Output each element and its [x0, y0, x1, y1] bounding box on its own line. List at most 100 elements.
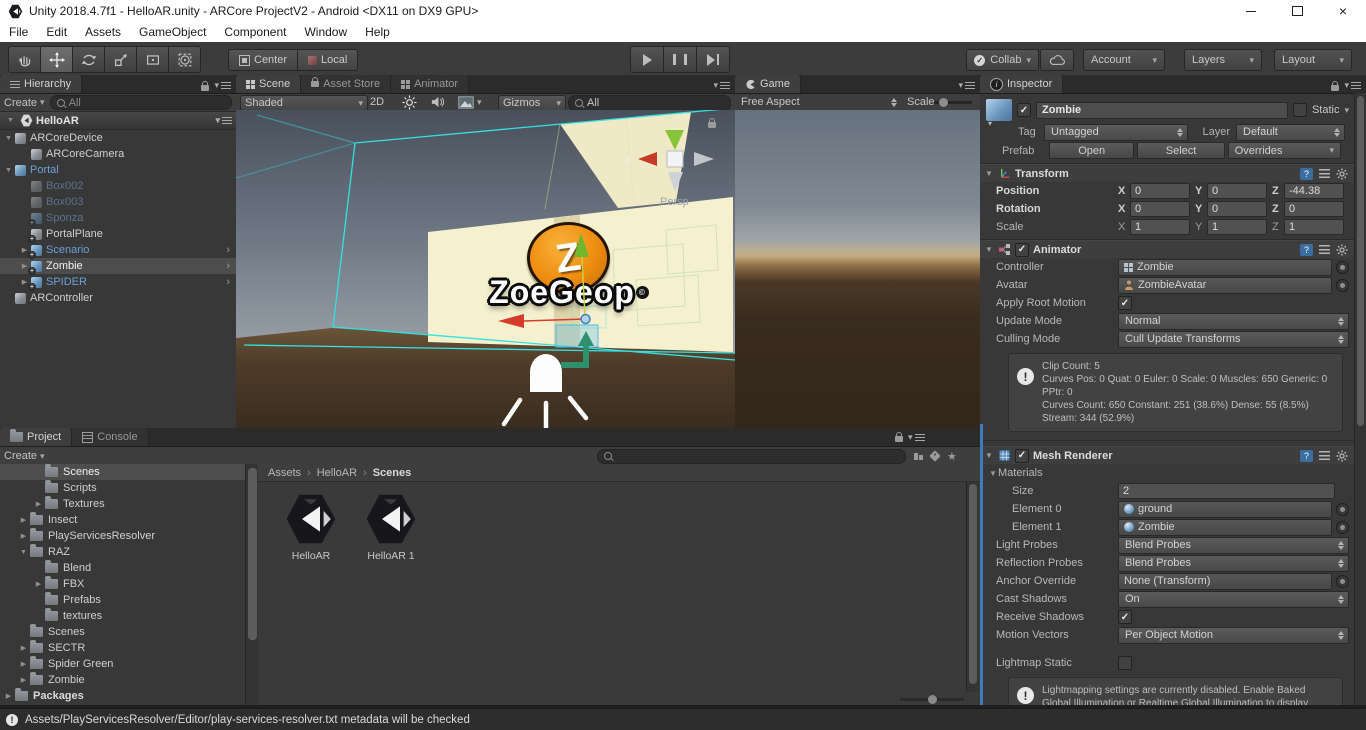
- prefab-overrides-dropdown[interactable]: Overrides ▾: [1227, 142, 1341, 159]
- scene-viewport[interactable]: y x Z ZoeGeop © Persp: [236, 110, 735, 428]
- position-z-field[interactable]: -44.38: [1284, 183, 1344, 199]
- object-picker-icon[interactable]: [1336, 520, 1349, 534]
- hierarchy-item-box003[interactable]: Box003: [0, 194, 236, 210]
- gizmos-dropdown[interactable]: Gizmos ▾: [498, 95, 566, 111]
- project-item-packages[interactable]: ▶ Packages: [0, 688, 245, 704]
- menu-window[interactable]: Window: [295, 25, 356, 39]
- file-helloar-1[interactable]: HelloAR 1: [360, 492, 422, 562]
- position-y-field[interactable]: 0: [1207, 183, 1267, 199]
- 2d-toggle-button[interactable]: 2D: [370, 95, 384, 109]
- foldout-icon[interactable]: ▼: [984, 245, 994, 254]
- static-checkbox[interactable]: [1292, 103, 1307, 117]
- pause-button[interactable]: [664, 46, 697, 73]
- presets-icon[interactable]: [1319, 451, 1330, 460]
- anchor-override-field[interactable]: None (Transform): [1118, 572, 1332, 590]
- lightmap-static-checkbox[interactable]: [1118, 656, 1132, 670]
- play-button[interactable]: [630, 46, 664, 73]
- foldout-icon[interactable]: ▶: [17, 532, 30, 540]
- scale-x-field[interactable]: 1: [1130, 219, 1190, 235]
- hierarchy-item-arcorecamera[interactable]: ARCoreCamera: [0, 146, 236, 162]
- foldout-icon[interactable]: ▶: [17, 644, 30, 652]
- effects-toggle-button[interactable]: ▾: [458, 95, 482, 109]
- rect-tool-button[interactable]: [137, 46, 169, 73]
- pivot-local-button[interactable]: Local: [298, 49, 359, 71]
- hierarchy-search-input[interactable]: All: [49, 95, 232, 110]
- tab-console[interactable]: Console: [72, 428, 149, 446]
- panel-menu-icon[interactable]: ▾: [958, 80, 975, 91]
- tab-inspector[interactable]: i Inspector: [980, 75, 1064, 93]
- controller-object-field[interactable]: Zombie: [1118, 258, 1332, 276]
- apply-root-motion-checkbox[interactable]: [1118, 296, 1132, 310]
- tab-scene[interactable]: Scene: [236, 75, 302, 93]
- lock-icon[interactable]: [895, 432, 903, 442]
- breadcrumb-assets[interactable]: Assets: [268, 467, 301, 479]
- breadcrumb-scenes[interactable]: Scenes: [373, 467, 412, 479]
- hierarchy-item-arcoredevice[interactable]: ▼ ARCoreDevice: [0, 130, 236, 146]
- favorites-icon[interactable]: ★: [947, 450, 957, 463]
- project-item-sectr[interactable]: ▶ SECTR: [0, 640, 245, 656]
- inspector-scrollbar[interactable]: [1354, 93, 1366, 705]
- game-scale-slider[interactable]: [934, 98, 972, 107]
- children-indicator-icon[interactable]: ›: [226, 260, 230, 272]
- hierarchy-item-portalplane[interactable]: PortalPlane: [0, 226, 236, 243]
- icon-size-slider[interactable]: [900, 695, 964, 704]
- transform-tool-button[interactable]: [169, 46, 201, 73]
- lock-icon[interactable]: [1331, 80, 1340, 91]
- gameobject-icon[interactable]: ▾: [986, 99, 1012, 128]
- project-item-zombie[interactable]: ▶ Zombie: [0, 672, 245, 688]
- gear-icon[interactable]: [1336, 450, 1348, 462]
- layers-dropdown[interactable]: Layers ▾: [1184, 49, 1262, 71]
- component-enabled-checkbox[interactable]: [1015, 448, 1029, 463]
- step-button[interactable]: [697, 46, 730, 73]
- culling-mode-dropdown[interactable]: Cull Update Transforms: [1118, 330, 1349, 348]
- children-indicator-icon[interactable]: ›: [226, 244, 230, 256]
- prefab-open-button[interactable]: Open: [1049, 142, 1135, 159]
- project-create-button[interactable]: Create ▾: [4, 450, 45, 462]
- audio-toggle-button[interactable]: [430, 95, 445, 109]
- object-picker-icon[interactable]: [1336, 278, 1349, 292]
- hand-tool-button[interactable]: [8, 46, 41, 73]
- position-x-field[interactable]: 0: [1130, 183, 1190, 199]
- hierarchy-create-button[interactable]: Create ▾: [4, 97, 45, 109]
- foldout-icon[interactable]: ▶: [17, 676, 30, 684]
- cloud-button[interactable]: [1040, 49, 1074, 71]
- scrollbar-thumb[interactable]: [969, 484, 977, 684]
- foldout-icon[interactable]: ▼: [984, 451, 994, 460]
- gizmo-x-arrow[interactable]: [498, 314, 524, 328]
- hierarchy-item-portal[interactable]: ▼ Portal: [0, 162, 236, 178]
- panel-menu-icon[interactable]: ▾: [713, 80, 730, 91]
- gameobject-name-field[interactable]: Zombie: [1036, 101, 1288, 119]
- hierarchy-item-sponza[interactable]: Sponza: [0, 210, 236, 227]
- aspect-ratio-dropdown[interactable]: Free Aspect: [741, 95, 899, 109]
- static-dropdown-icon[interactable]: ▾: [1344, 105, 1349, 116]
- gear-icon[interactable]: [1336, 244, 1348, 256]
- move-tool-button[interactable]: [41, 46, 73, 73]
- tab-game[interactable]: Game: [735, 75, 801, 93]
- tab-project[interactable]: Project: [0, 428, 73, 446]
- scale-y-field[interactable]: 1: [1207, 219, 1267, 235]
- scrollbar-thumb[interactable]: [248, 468, 257, 640]
- search-by-type-icon[interactable]: [914, 452, 923, 460]
- materials-size-field[interactable]: 2: [1118, 483, 1335, 499]
- help-icon[interactable]: ?: [1300, 167, 1313, 180]
- scene-menu-icon[interactable]: ▾: [215, 115, 232, 126]
- project-item-textures[interactable]: ▶ Textures: [0, 496, 245, 512]
- children-indicator-icon[interactable]: ›: [226, 276, 230, 288]
- component-enabled-checkbox[interactable]: [1015, 242, 1029, 257]
- tag-dropdown[interactable]: Untagged: [1044, 123, 1188, 141]
- motion-vectors-dropdown[interactable]: Per Object Motion: [1118, 626, 1349, 644]
- receive-shadows-checkbox[interactable]: [1118, 610, 1132, 624]
- gizmo-x-axis[interactable]: [523, 318, 586, 322]
- files-scrollbar[interactable]: [966, 482, 979, 692]
- update-mode-dropdown[interactable]: Normal: [1118, 312, 1349, 330]
- help-icon[interactable]: ?: [1300, 449, 1313, 462]
- pivot-center-button[interactable]: Center: [228, 49, 299, 71]
- hierarchy-item-box002[interactable]: Box002: [0, 178, 236, 194]
- object-picker-icon[interactable]: [1336, 260, 1349, 274]
- status-bar[interactable]: ! Assets/PlayServicesResolver/Editor/pla…: [0, 708, 1366, 730]
- rotation-y-field[interactable]: 0: [1207, 201, 1267, 217]
- project-item-fbx[interactable]: ▶ FBX: [0, 576, 245, 592]
- minimize-button[interactable]: [1228, 0, 1274, 22]
- gear-icon[interactable]: [1336, 168, 1348, 180]
- project-item-playservicesresolver[interactable]: ▶ PlayServicesResolver: [0, 528, 245, 544]
